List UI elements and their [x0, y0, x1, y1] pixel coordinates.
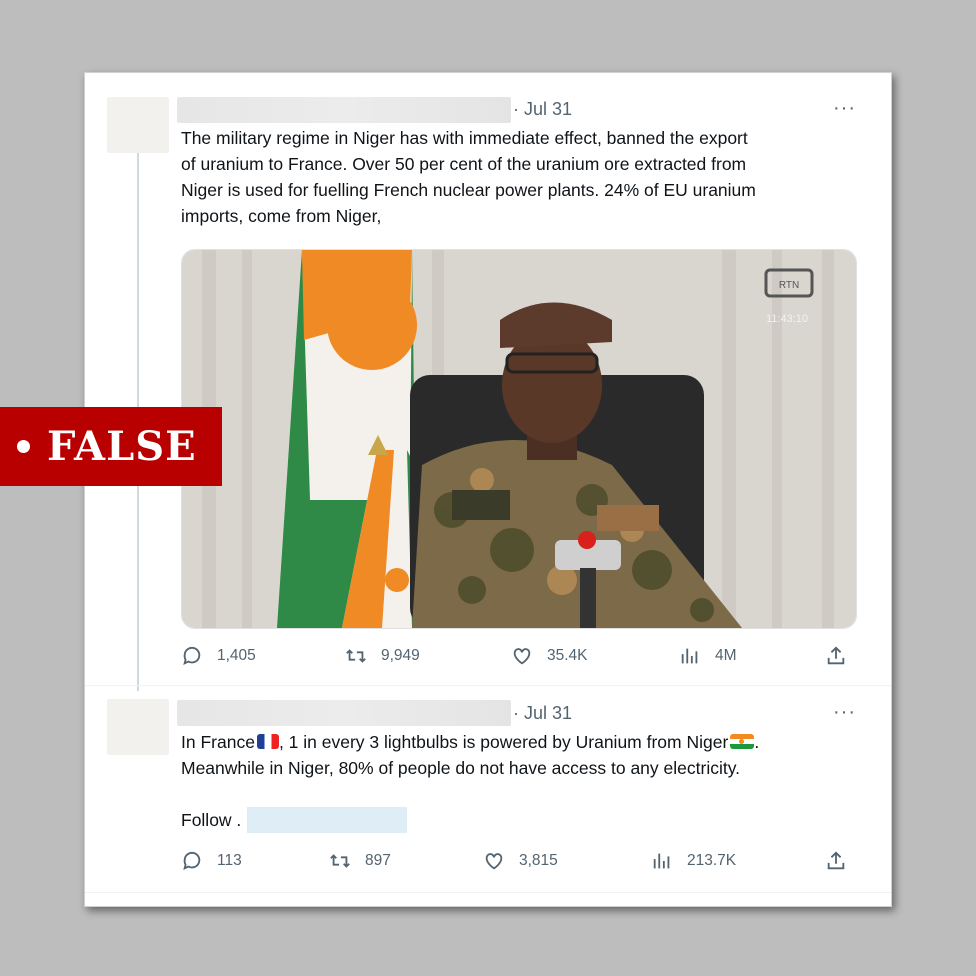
like-button[interactable]: 35.4K: [511, 645, 588, 667]
text-segment: In France: [181, 732, 255, 752]
share-button[interactable]: [825, 850, 847, 872]
broadcast-time: 11:43:10: [766, 313, 808, 325]
more-options-button[interactable]: ···: [833, 97, 856, 120]
blurred-handle-link[interactable]: [247, 807, 408, 833]
views-count: 4M: [715, 647, 737, 664]
blurred-username[interactable]: [177, 700, 511, 726]
false-label: FALSE: [47, 423, 197, 470]
tweet-text: In France , 1 in every 3 lightbulbs is po…: [181, 729, 759, 833]
france-flag-icon: [256, 734, 279, 749]
tweet-date[interactable]: · Jul 31: [513, 99, 572, 120]
reply-count: 1,405: [217, 647, 256, 664]
views-icon: [653, 853, 670, 869]
retweet-button[interactable]: 897: [329, 850, 391, 872]
like-count: 3,815: [519, 852, 558, 869]
text-segment: , 1 in every 3 lightbulbs is powered by …: [278, 732, 729, 752]
share-icon: [827, 646, 845, 665]
reply-button[interactable]: 1,405: [181, 645, 256, 667]
like-icon: [513, 648, 531, 665]
reply-count: 113: [217, 852, 242, 869]
card-bottom-divider: [85, 892, 891, 893]
tweet-text-line: imports, come from Niger,: [181, 206, 382, 226]
reply-icon: [183, 851, 201, 871]
channel-logo-text: RTN: [779, 280, 799, 291]
share-icon: [827, 851, 845, 870]
more-options-button[interactable]: ···: [833, 701, 856, 724]
avatar[interactable]: [107, 699, 169, 755]
video-still: RTN 11:43:10: [182, 250, 856, 628]
tweet-thread-card: · Jul 31 ··· The military regime in Nige…: [84, 72, 892, 907]
tweet-actions: 1,405 9,949 35.4K 4M: [181, 645, 861, 673]
reply-button[interactable]: 113: [181, 850, 242, 872]
tweet-text-line: of uranium to France. Over 50 per cent o…: [181, 154, 747, 174]
niger-flag-icon: [730, 734, 755, 749]
views-icon: [681, 648, 698, 664]
avatar[interactable]: [107, 97, 169, 153]
tweet-actions: 113 897 3,815 213.7K: [181, 850, 861, 878]
retweet-count: 9,949: [381, 647, 420, 664]
views-button[interactable]: 213.7K: [651, 850, 736, 872]
false-verdict-badge: FALSE: [0, 407, 222, 486]
reply-icon: [183, 646, 201, 666]
share-button[interactable]: [825, 645, 847, 667]
views-count: 213.7K: [687, 852, 737, 869]
retweet-icon: [346, 649, 366, 663]
follow-line: Follow .: [181, 807, 759, 833]
blurred-username[interactable]: [177, 97, 511, 123]
retweet-count: 897: [365, 852, 391, 869]
tweet-text-line: Meanwhile in Niger, 80% of people do not…: [181, 758, 741, 778]
tweet-text-line: Niger is used for fuelling French nuclea…: [181, 180, 756, 200]
follow-text: Follow .: [181, 810, 242, 830]
text-segment: .: [754, 732, 760, 752]
like-icon: [485, 853, 503, 870]
tweet-text: The military regime in Niger has with im…: [181, 125, 756, 229]
tweet-date[interactable]: · Jul 31: [513, 703, 572, 724]
retweet-icon: [330, 854, 350, 868]
retweet-button[interactable]: 9,949: [345, 645, 420, 667]
views-button[interactable]: 4M: [679, 645, 737, 667]
bullet-dot: [17, 440, 30, 453]
tweet-text-line: The military regime in Niger has with im…: [181, 128, 748, 148]
like-count: 35.4K: [547, 647, 588, 664]
tweet-divider: [85, 685, 891, 686]
tweet-text-line: In France , 1 in every 3 lightbulbs is po…: [181, 729, 759, 755]
like-button[interactable]: 3,815: [483, 850, 558, 872]
tweet-media-image[interactable]: RTN 11:43:10: [181, 249, 857, 629]
